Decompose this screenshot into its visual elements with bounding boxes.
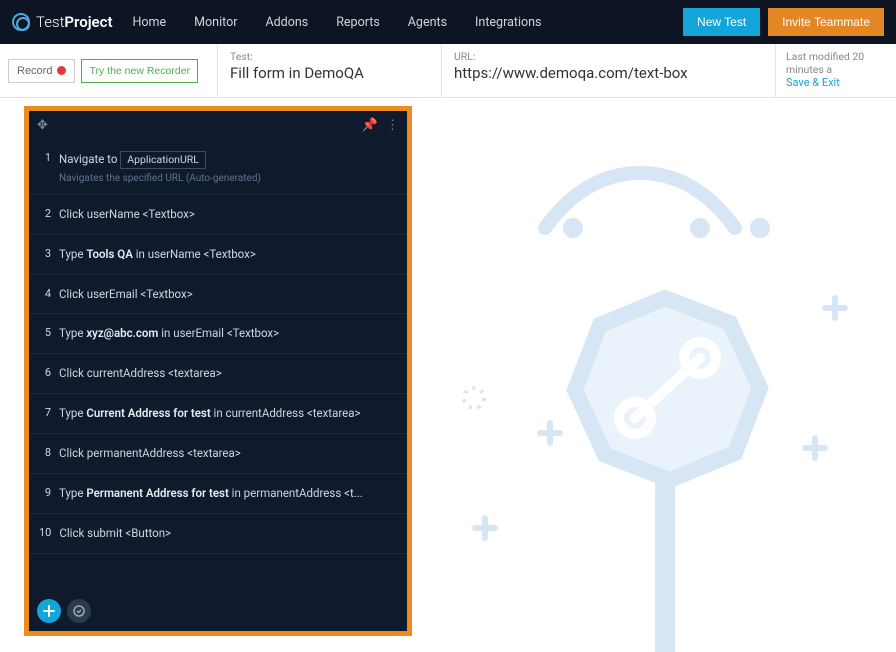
step-row[interactable]: 5 Type xyz@abc.com in userEmail <Textbox>	[29, 314, 407, 354]
step-row[interactable]: 8 Click permanentAddress <textarea>	[29, 434, 407, 474]
step-row[interactable]: 4 Click userEmail <Textbox>	[29, 275, 407, 315]
subbar: Record Try the new Recorder Test: Fill f…	[0, 44, 896, 98]
nav-monitor[interactable]: Monitor	[194, 15, 237, 30]
panel-footer	[37, 599, 91, 623]
param-chip[interactable]: ApplicationURL	[120, 151, 206, 169]
subbar-left: Record Try the new Recorder	[0, 44, 218, 97]
step-number: 6	[39, 366, 51, 379]
step-number: 2	[39, 207, 51, 220]
step-row[interactable]: 3 Type Tools QA in userName <Textbox>	[29, 235, 407, 275]
test-label: Test:	[230, 50, 429, 63]
logo-text: TestProject	[36, 13, 113, 31]
test-name[interactable]: Fill form in DemoQA	[230, 64, 429, 82]
move-icon[interactable]: ✥	[37, 118, 48, 133]
step-text: Type xyz@abc.com in userEmail <Textbox>	[59, 326, 397, 341]
step-number: 3	[39, 247, 51, 260]
url-label: URL:	[454, 50, 763, 63]
pin-icon[interactable]: 📌	[362, 118, 378, 133]
group-button[interactable]	[67, 599, 91, 623]
nav-home[interactable]: Home	[133, 15, 167, 30]
try-recorder-button[interactable]: Try the new Recorder	[81, 59, 198, 83]
step-text: Click userName <Textbox>	[59, 207, 397, 222]
nav-integrations[interactable]: Integrations	[475, 15, 541, 30]
step-text: Navigate to ApplicationURL	[59, 151, 397, 169]
nav-addons[interactable]: Addons	[265, 15, 308, 30]
main-area: ✥ 📌 ⋮ 1 Navigate to ApplicationURL Navig…	[0, 98, 896, 652]
nav: Home Monitor Addons Reports Agents Integ…	[133, 15, 684, 30]
step-number: 7	[39, 406, 51, 419]
step-number: 5	[39, 326, 51, 339]
topbar: TestProject Home Monitor Addons Reports …	[0, 0, 896, 44]
modified-block: Last modified 20 minutes a Save & Exit	[776, 44, 896, 97]
step-text: Click submit <Button>	[59, 526, 397, 541]
url-block: URL: https://www.demoqa.com/text-box	[442, 44, 776, 97]
logo-icon	[12, 13, 30, 31]
step-text: Type Current Address for test in current…	[59, 406, 397, 421]
step-text: Click currentAddress <textarea>	[59, 366, 397, 381]
step-number: 10	[39, 526, 51, 539]
step-subtext: Navigates the specified URL (Auto-genera…	[39, 173, 397, 184]
record-button[interactable]: Record	[8, 59, 75, 83]
new-test-button[interactable]: New Test	[683, 8, 760, 36]
step-number: 9	[39, 486, 51, 499]
step-row[interactable]: 6 Click currentAddress <textarea>	[29, 354, 407, 394]
step-number: 1	[39, 151, 51, 169]
add-step-button[interactable]	[37, 599, 61, 623]
plus-icon	[43, 605, 55, 617]
steps-panel-frame: ✥ 📌 ⋮ 1 Navigate to ApplicationURL Navig…	[24, 106, 412, 636]
more-icon[interactable]: ⋮	[386, 118, 399, 133]
test-block: Test: Fill form in DemoQA	[218, 44, 442, 97]
step-text: Click permanentAddress <textarea>	[59, 446, 397, 461]
step-row[interactable]: 10 Click submit <Button>	[29, 514, 407, 554]
step-text: Type Tools QA in userName <Textbox>	[59, 247, 397, 262]
step-number: 4	[39, 287, 51, 300]
step-text: Type Permanent Address for test in perma…	[59, 486, 397, 501]
invite-teammate-button[interactable]: Invite Teammate	[768, 8, 884, 36]
step-number: 8	[39, 446, 51, 459]
nav-agents[interactable]: Agents	[408, 15, 447, 30]
step-row[interactable]: 9 Type Permanent Address for test in perm…	[29, 474, 407, 514]
modified-text: Last modified 20 minutes a	[786, 50, 886, 76]
record-dot-icon	[57, 66, 66, 75]
step-row[interactable]: 1 Navigate to ApplicationURL Navigates t…	[29, 139, 407, 195]
url-value[interactable]: https://www.demoqa.com/text-box	[454, 64, 763, 82]
nav-reports[interactable]: Reports	[336, 15, 380, 30]
panel-header: ✥ 📌 ⋮	[29, 111, 407, 139]
step-row[interactable]: 7 Type Current Address for test in curren…	[29, 394, 407, 434]
check-icon	[73, 605, 85, 617]
record-label: Record	[17, 65, 52, 77]
step-text: Click userEmail <Textbox>	[59, 287, 397, 302]
logo[interactable]: TestProject	[12, 13, 113, 31]
step-row[interactable]: 2 Click userName <Textbox>	[29, 195, 407, 235]
steps-panel: ✥ 📌 ⋮ 1 Navigate to ApplicationURL Navig…	[29, 111, 407, 631]
save-exit-link[interactable]: Save & Exit	[786, 76, 886, 89]
